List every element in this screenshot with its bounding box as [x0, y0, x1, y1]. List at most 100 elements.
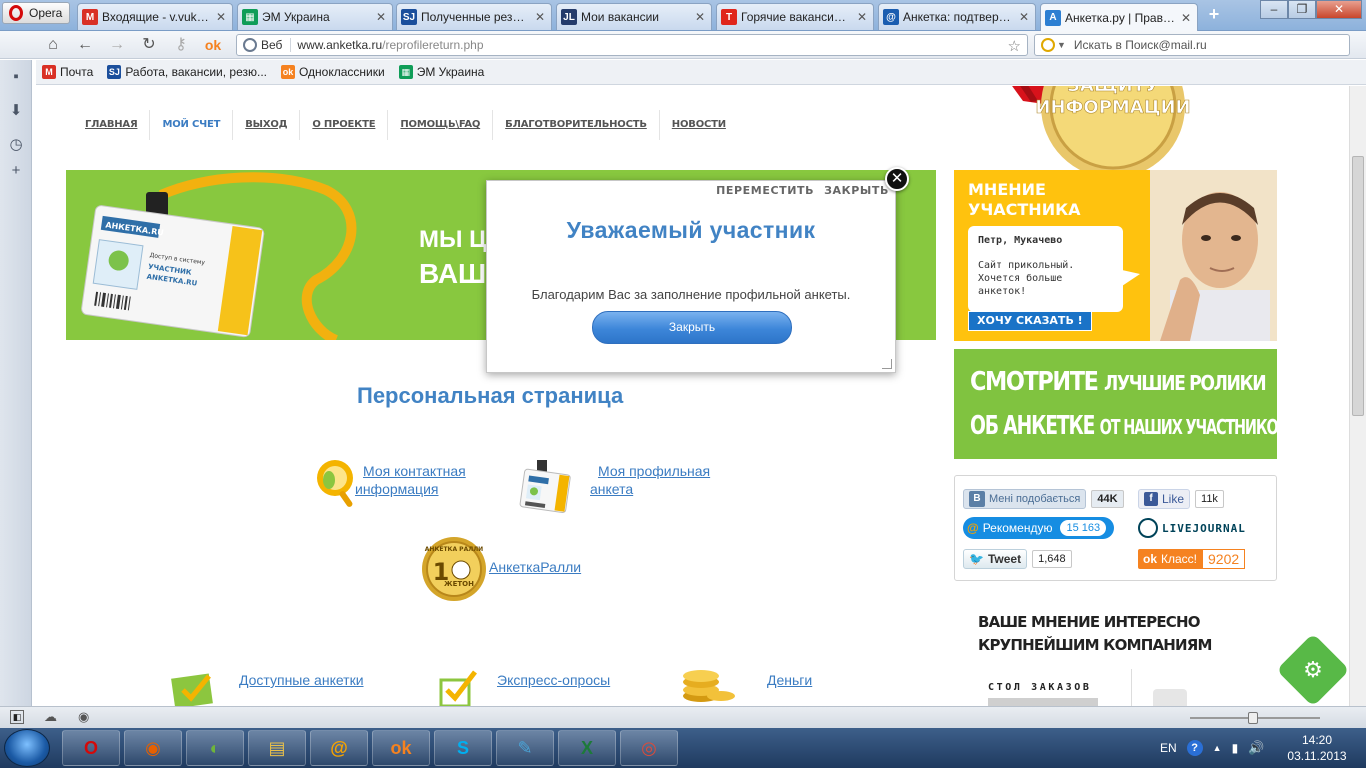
bookmark-item[interactable]: SJ Работа, вакансии, резю...: [107, 65, 267, 79]
express-polls-link[interactable]: Экспресс-опросы: [497, 671, 610, 689]
browser-tab[interactable]: @ Анкетка: подтвержд... ✕: [878, 3, 1036, 30]
odnoklassniki-taskbar-icon[interactable]: ok: [372, 730, 430, 766]
network-icon[interactable]: ▮: [1232, 741, 1239, 755]
zoom-slider-knob[interactable]: [1248, 712, 1258, 724]
tweet-button[interactable]: 🐦 Tweet: [963, 549, 1028, 569]
search-chevron-icon[interactable]: ▼: [1057, 40, 1066, 50]
excel-taskbar-icon[interactable]: X: [558, 730, 616, 766]
dialog-resize-grip[interactable]: [882, 359, 892, 369]
address-bar[interactable]: Веб www.anketka.ru/reprofilereturn.php ☆: [236, 34, 1028, 56]
odnoklassniki-icon[interactable]: ok: [202, 35, 224, 55]
volume-icon[interactable]: 🔊: [1248, 740, 1264, 756]
site-nav-item[interactable]: НОВОСТИ: [660, 110, 738, 140]
tab-close-icon[interactable]: ✕: [855, 10, 869, 24]
start-button[interactable]: [4, 729, 50, 767]
dialog-close-button[interactable]: Закрыть: [592, 311, 792, 344]
speed-icon[interactable]: ◉: [78, 709, 89, 725]
say-it-button[interactable]: ХОЧУ СКАЗАТЬ !: [968, 311, 1092, 331]
window-close-button[interactable]: ✕: [1316, 0, 1362, 19]
scrollbar-thumb[interactable]: [1352, 156, 1364, 416]
mailru-recommend-button[interactable]: @ Рекомендую 15 163: [963, 517, 1115, 539]
vk-like-widget[interactable]: B Мені подобається 44K: [963, 488, 1124, 510]
bookmark-star-icon[interactable]: ☆: [1008, 37, 1021, 55]
notes-icon[interactable]: ▪: [7, 68, 25, 86]
search-input[interactable]: ▼ Искать в Поиск@mail.ru: [1034, 34, 1350, 56]
chrome-taskbar-icon[interactable]: ◎: [620, 730, 678, 766]
tab-close-icon[interactable]: ✕: [533, 10, 547, 24]
skype-taskbar-icon[interactable]: S: [434, 730, 492, 766]
tab-close-icon[interactable]: ✕: [214, 10, 228, 24]
gmail-icon: M: [42, 65, 56, 79]
profile-questionnaire-link[interactable]: Моя профильная анкета: [590, 462, 710, 498]
explorer-taskbar-icon[interactable]: ▤: [248, 730, 306, 766]
site-nav-item[interactable]: ВЫХОД: [233, 110, 301, 140]
reload-icon[interactable]: ↻: [138, 35, 160, 55]
tab-close-icon[interactable]: ✕: [374, 10, 388, 24]
company-logo-2[interactable]: [1153, 689, 1187, 706]
odnoklassniki-class-widget[interactable]: ok Класс! 9202: [1138, 548, 1246, 570]
browser-tab[interactable]: A Анкетка.ру | Право ... ✕: [1040, 3, 1198, 31]
downloads-icon[interactable]: ⬇: [7, 102, 25, 120]
browser-tab[interactable]: ▦ ЭМ Украина ✕: [237, 3, 393, 30]
site-nav-item[interactable]: БЛАГОТВОРИТЕЛЬНОСТЬ: [493, 110, 660, 140]
maximize-button[interactable]: ❐: [1288, 0, 1316, 19]
back-icon[interactable]: ←: [74, 35, 96, 55]
stol-zakazov-logo[interactable]: СТОЛ ЗАКАЗОВ: [988, 682, 1091, 693]
twitter-widget[interactable]: 🐦 Tweet 1,648: [963, 548, 1072, 570]
notes-taskbar-icon[interactable]: ✎: [496, 730, 554, 766]
site-nav-item[interactable]: ПОМОЩЬ\FAQ: [388, 110, 494, 140]
facebook-like-button[interactable]: f Like: [1138, 489, 1191, 509]
new-tab-button[interactable]: +: [1202, 5, 1226, 25]
minimize-button[interactable]: –: [1260, 0, 1288, 19]
taskbar-glyph: ✎: [517, 737, 533, 758]
language-indicator[interactable]: EN: [1160, 741, 1177, 755]
firefox-taskbar-icon[interactable]: ◉: [124, 730, 182, 766]
key-icon[interactable]: ⚷: [170, 35, 192, 55]
site-nav-item[interactable]: О ПРОЕКТЕ: [300, 110, 389, 140]
history-icon[interactable]: ◷: [7, 136, 25, 154]
web-mode-badge[interactable]: Веб: [243, 38, 292, 52]
available-questionnaires-link[interactable]: Доступные анкетки: [239, 671, 364, 689]
odnoklassniki-class-button[interactable]: ok Класс!: [1138, 549, 1203, 569]
member-opinion-banner[interactable]: МНЕНИЕ УЧАСТНИКА Петр, Мукачево Сайт при…: [954, 170, 1277, 341]
mailru-agent-taskbar-icon[interactable]: @: [310, 730, 368, 766]
dialog-close-icon[interactable]: ✕: [885, 167, 909, 191]
vk-like-button[interactable]: B Мені подобається: [963, 489, 1087, 509]
money-link[interactable]: Деньги: [767, 671, 812, 689]
contact-info-link[interactable]: Моя контактная информация: [355, 462, 466, 498]
browser-tab[interactable]: JL Мои вакансии ✕: [556, 3, 712, 30]
browser-tab[interactable]: M Входящие - v.vukolo... ✕: [77, 3, 233, 30]
add-panel-icon[interactable]: +: [7, 162, 25, 180]
bookmark-item[interactable]: ok Одноклассники: [280, 65, 385, 79]
site-nav-item[interactable]: ГЛАВНАЯ: [75, 110, 151, 140]
vertical-scrollbar[interactable]: [1349, 86, 1366, 706]
tab-close-icon[interactable]: ✕: [693, 10, 707, 24]
anketka-rally-link[interactable]: АнкеткаРалли: [489, 558, 581, 576]
facebook-like-widget[interactable]: f Like 11k: [1138, 488, 1224, 510]
panel-toggle-icon[interactable]: ◧: [10, 710, 24, 724]
url-host: www.anketka.ru: [297, 38, 383, 52]
opera-unite-icon[interactable]: ☁: [44, 709, 57, 725]
livejournal-widget[interactable]: LIVEJOURNAL: [1138, 517, 1246, 539]
mailru-recommend-widget[interactable]: @ Рекомендую 15 163: [963, 517, 1115, 539]
site-nav-item[interactable]: МОЙ СЧЕТ: [150, 110, 234, 140]
opera-menu-button[interactable]: Opera: [2, 2, 70, 24]
bookmark-item[interactable]: M Почта: [42, 65, 93, 79]
bookmark-item[interactable]: ▦ ЭМ Украина: [398, 65, 484, 79]
tab-close-icon[interactable]: ✕: [1179, 11, 1193, 25]
home-icon[interactable]: ⌂: [42, 35, 64, 55]
dialog-close-link[interactable]: ЗАКРЫТЬ: [824, 184, 889, 197]
tray-expand-icon[interactable]: ▲: [1213, 743, 1222, 753]
opera-taskbar-icon[interactable]: O: [62, 730, 120, 766]
vk-icon: B: [969, 491, 985, 507]
dialog-move-link[interactable]: ПЕРЕМЕСТИТЬ: [716, 184, 814, 197]
taskbar-clock[interactable]: 14:20 03.11.2013: [1282, 732, 1352, 764]
help-icon[interactable]: ?: [1186, 740, 1203, 756]
browser-tab[interactable]: SJ Полученные резюме ✕: [396, 3, 552, 30]
app-taskbar-icon[interactable]: ◐: [186, 730, 244, 766]
gear-icon[interactable]: ⚙: [1301, 658, 1325, 682]
forward-icon[interactable]: →: [106, 35, 128, 55]
tab-close-icon[interactable]: ✕: [1017, 10, 1031, 24]
browser-tab[interactable]: T Горячие вакансии, ... ✕: [716, 3, 874, 30]
watch-videos-banner[interactable]: СМОТРИТЕ ЛУЧШИЕ РОЛИКИ ОБ АНКЕТКЕ ОТ НАШ…: [954, 349, 1277, 459]
